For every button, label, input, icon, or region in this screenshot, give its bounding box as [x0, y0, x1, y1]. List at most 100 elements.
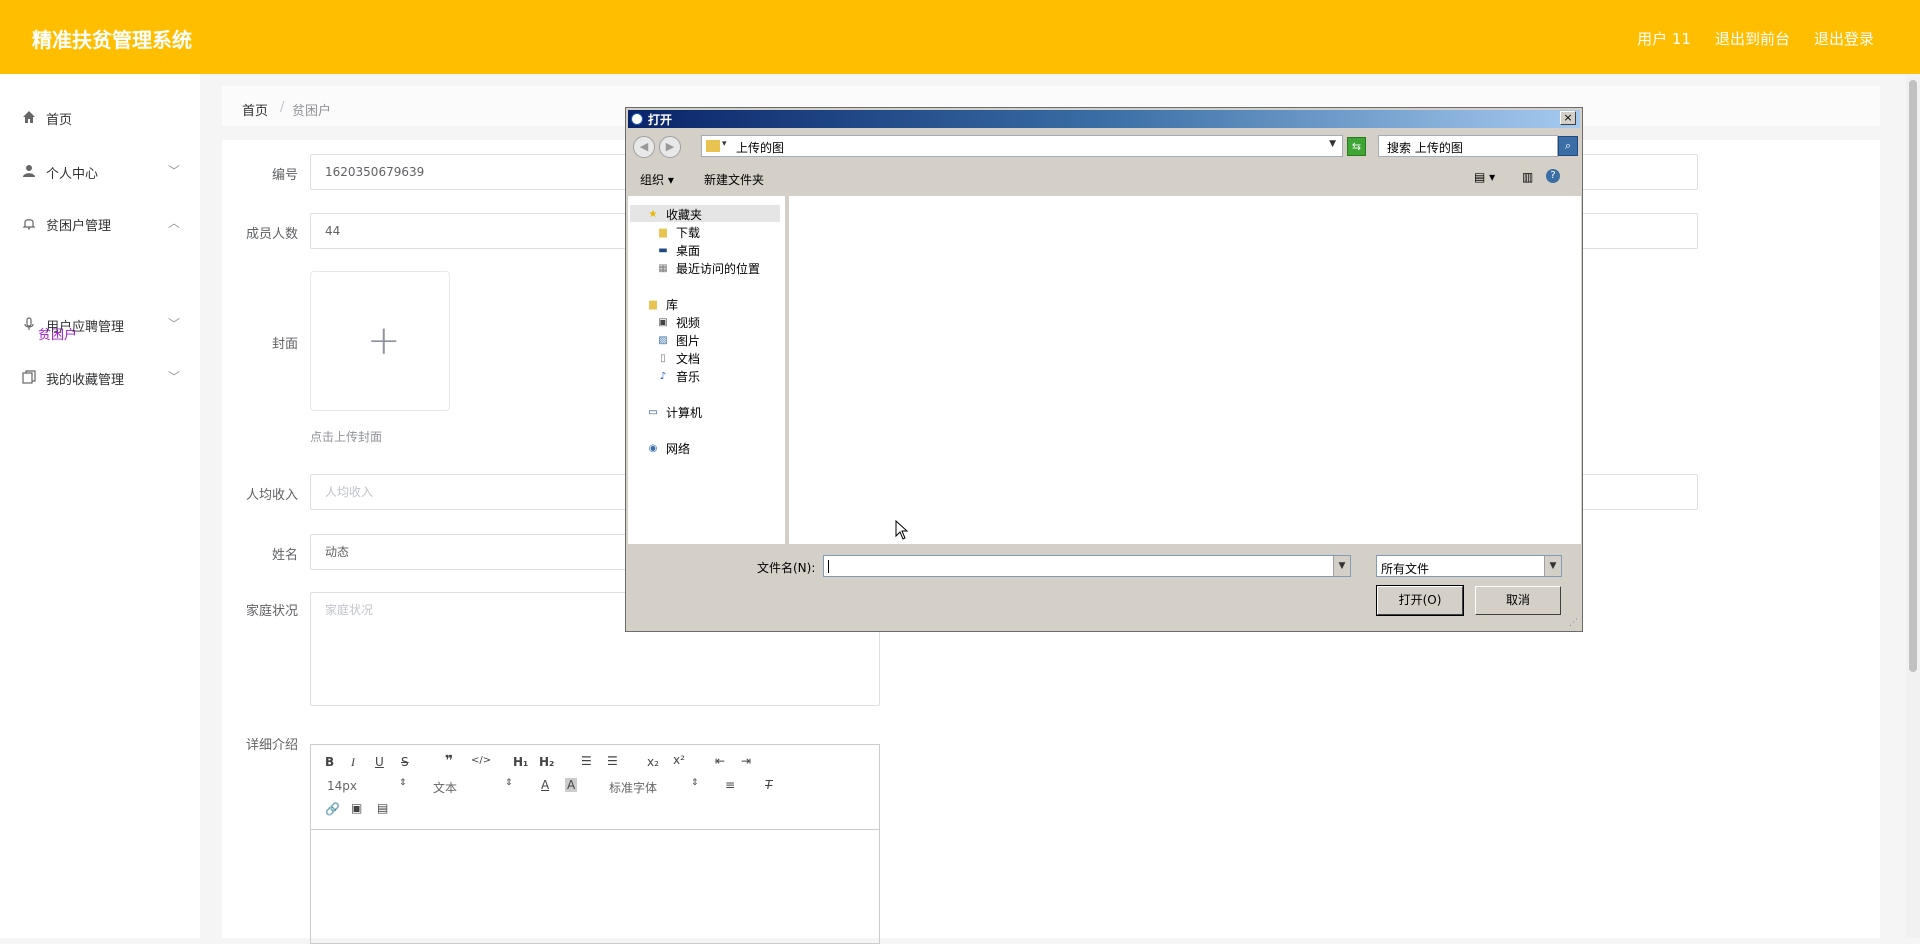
tree-item-label: 库: [666, 297, 679, 312]
tree-item-desktop[interactable]: ▬ 桌面: [656, 242, 700, 258]
scrollbar-thumb[interactable]: [1909, 80, 1917, 672]
organize-menu[interactable]: 组织 ▾: [640, 171, 674, 188]
dialog-titlebar[interactable]: 打开: [628, 110, 1580, 128]
strikethrough-icon[interactable]: S: [401, 755, 409, 769]
tree-item-label: 桌面: [676, 243, 701, 258]
refresh-icon[interactable]: ⇆: [1347, 137, 1366, 156]
computer-icon: ▭: [648, 406, 658, 418]
tree-item-recent[interactable]: ▦ 最近访问的位置: [656, 260, 760, 276]
italic-icon[interactable]: I: [351, 755, 355, 770]
heading2-icon[interactable]: H₂: [539, 755, 554, 769]
code-label: 编号: [271, 168, 298, 183]
sidebar-item-label: 贫困户管理: [46, 219, 112, 234]
breadcrumb-arrow-icon: ▾: [722, 139, 727, 149]
indent-icon[interactable]: ⇥: [741, 754, 751, 768]
background-color-icon[interactable]: A: [565, 778, 578, 792]
search-box[interactable]: 搜索 上传的图: [1378, 135, 1558, 157]
breadcrumb-home[interactable]: 首页: [242, 100, 268, 119]
tree-item-label: 图片: [676, 333, 701, 348]
outdent-icon[interactable]: ⇤: [715, 754, 725, 768]
help-icon[interactable]: ?: [1546, 169, 1560, 183]
sidebar-item-applications[interactable]: 用户应聘管理 ﹀: [0, 309, 200, 339]
underline-icon[interactable]: U: [375, 755, 384, 769]
logout-link[interactable]: 退出登录: [1814, 28, 1874, 49]
microphone-icon: [22, 317, 36, 331]
sidebar-item-label: 用户应聘管理: [46, 320, 125, 335]
name-label: 姓名: [271, 548, 298, 563]
ordered-list-icon[interactable]: ☰: [581, 754, 592, 768]
preview-pane-icon[interactable]: ▥: [1522, 170, 1533, 184]
sidebar-item-poor-households[interactable]: 贫困户管理 ︿: [0, 208, 200, 238]
align-icon[interactable]: ≡: [725, 778, 735, 792]
bullet-list-icon[interactable]: ☰: [607, 754, 618, 768]
text-style-select[interactable]: 文本: [433, 779, 457, 796]
view-icon[interactable]: ▤ ▾: [1474, 170, 1495, 184]
clear-format-icon[interactable]: T: [765, 778, 772, 792]
filename-input[interactable]: ▼: [823, 555, 1351, 577]
superscript-icon[interactable]: x²: [673, 753, 685, 767]
filetype-select[interactable]: 所有文件 ▼: [1376, 555, 1562, 577]
home-icon: [22, 110, 36, 124]
sidebar-item-home[interactable]: 首页: [0, 102, 200, 132]
file-list-area[interactable]: [789, 196, 1581, 544]
subscript-icon[interactable]: x₂: [647, 755, 659, 769]
desktop-icon: ▬: [658, 244, 668, 256]
folder-icon: ▆: [659, 226, 667, 238]
video-icon[interactable]: ▤: [377, 801, 388, 815]
cancel-button[interactable]: 取消: [1475, 586, 1561, 615]
bell-icon: [22, 216, 36, 230]
tree-item-label: 音乐: [676, 369, 701, 384]
breadcrumb-current: 贫困户: [292, 104, 332, 119]
forward-button[interactable]: ▶: [659, 136, 681, 158]
tree-item-network[interactable]: ◉ 网络: [646, 440, 690, 456]
frontend-link[interactable]: 退出到前台: [1715, 28, 1790, 49]
tree-item-library[interactable]: ▆ 库: [646, 296, 678, 312]
sidebar-item-favorites[interactable]: 我的收藏管理 ﹀: [0, 362, 200, 392]
dropdown-arrow-icon[interactable]: ▼: [1333, 556, 1350, 576]
tree-item-documents[interactable]: ▯ 文档: [656, 350, 700, 366]
sidebar-item-label: 我的收藏管理: [46, 373, 125, 388]
command-bar: 组织 ▾ 新建文件夹 ▤ ▾ ▥ ?: [628, 164, 1580, 192]
video-icon: ▣: [658, 316, 668, 328]
open-button[interactable]: 打开(O): [1376, 585, 1464, 616]
updown-icon: ⇕: [691, 778, 699, 788]
new-folder-button[interactable]: 新建文件夹: [704, 171, 764, 188]
back-button[interactable]: ◀: [633, 136, 655, 158]
tree-item-downloads[interactable]: ▆ 下载: [656, 224, 700, 240]
dropdown-arrow-icon[interactable]: ▼: [1329, 139, 1336, 149]
search-icon[interactable]: ⌕: [1558, 136, 1578, 156]
font-color-icon[interactable]: A: [541, 778, 549, 792]
tree-item-pictures[interactable]: ▨ 图片: [656, 332, 700, 348]
tree-item-label: 网络: [666, 441, 691, 456]
dialog-close-button[interactable]: ×: [1560, 111, 1576, 125]
user-link[interactable]: 用户 11: [1637, 28, 1691, 49]
bold-icon[interactable]: B: [325, 755, 334, 769]
chevron-down-icon: ﹀: [168, 164, 181, 178]
music-icon: ♪: [659, 370, 667, 382]
dropdown-arrow-icon[interactable]: ▼: [1544, 556, 1561, 576]
code-icon[interactable]: </>: [471, 755, 491, 766]
tree-item-music[interactable]: ♪ 音乐: [656, 368, 700, 384]
rich-text-editor: B I U S ❞ </> H₁ H₂ ☰ ☰ x₂ x² ⇤ ⇥ 14px ⇕…: [310, 744, 880, 944]
font-size-select[interactable]: 14px: [327, 779, 357, 793]
library-icon: ▆: [649, 298, 657, 310]
address-bar[interactable]: ▾ 上传的图 ▼: [701, 135, 1343, 157]
image-icon[interactable]: ▣: [351, 801, 362, 815]
upload-hint: 点击上传封面: [310, 430, 383, 444]
recent-icon: ▦: [658, 262, 668, 274]
resize-grip-icon[interactable]: ⋰: [1569, 618, 1579, 628]
tree-item-label: 下载: [676, 225, 701, 240]
sidebar-item-profile[interactable]: 个人中心 ﹀: [0, 156, 200, 186]
link-icon[interactable]: 🔗: [325, 802, 340, 816]
tree-item-computer[interactable]: ▭ 计算机: [646, 404, 702, 420]
text-caret: [828, 560, 829, 573]
cover-upload[interactable]: +: [310, 271, 450, 411]
tree-item-videos[interactable]: ▣ 视频: [656, 314, 700, 330]
font-family-select[interactable]: 标准字体: [609, 779, 657, 796]
tree-item-favorites[interactable]: ★ 收藏夹: [646, 206, 703, 222]
page-scrollbar[interactable]: [1906, 76, 1920, 938]
heading1-icon[interactable]: H₁: [513, 755, 528, 769]
updown-icon: ⇕: [399, 778, 407, 788]
quote-icon[interactable]: ❞: [445, 753, 453, 769]
chevron-down-icon: ﹀: [168, 317, 181, 331]
